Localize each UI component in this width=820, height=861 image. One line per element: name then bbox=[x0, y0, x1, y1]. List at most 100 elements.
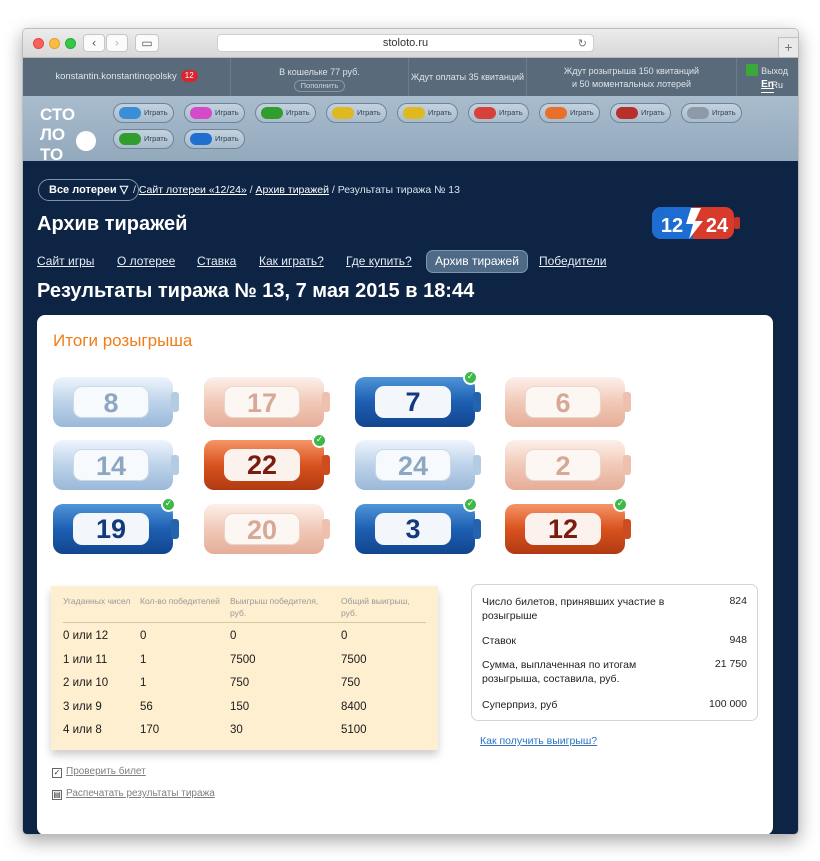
checkbox-icon: ✓ bbox=[52, 768, 62, 778]
ball-number: 24 bbox=[375, 449, 451, 481]
topup-button[interactable]: Пополнить bbox=[293, 80, 346, 92]
ball-cap bbox=[322, 519, 330, 539]
reload-icon[interactable]: ↻ bbox=[578, 36, 587, 53]
close-window-button[interactable] bbox=[33, 38, 44, 49]
breadcrumb: / Сайт лотереи «12/24» / Архив тиражей /… bbox=[133, 184, 460, 196]
table-cell: 8400 bbox=[341, 700, 367, 713]
tickets-label: Число билетов, принявших участие в розыг… bbox=[482, 596, 665, 622]
forward-icon[interactable]: › bbox=[106, 34, 128, 52]
play-keno-button[interactable]: Играть bbox=[255, 103, 316, 123]
table-cell: 150 bbox=[230, 700, 250, 713]
play-lottery-5-button[interactable]: Играть bbox=[397, 103, 458, 123]
table-header: Кол-во победителей bbox=[140, 596, 220, 606]
game-logo-left: 12 bbox=[661, 215, 683, 237]
ball-cap bbox=[473, 392, 481, 412]
content-area: Все лотереи ▽ / Сайт лотереи «12/24» / А… bbox=[23, 161, 798, 834]
play-lottery-10-button[interactable]: Играть bbox=[113, 129, 174, 149]
ball-cap bbox=[322, 455, 330, 475]
all-lotteries-button[interactable]: Все лотереи ▽ bbox=[38, 179, 140, 201]
await-draw-cell[interactable]: Ждут розыгрыша 150 квитанций и 50 момент… bbox=[527, 58, 737, 96]
wallet-balance: В кошельке 77 руб. bbox=[279, 67, 360, 77]
drawn-number-ball: 24 bbox=[355, 440, 481, 490]
sidebar-icon[interactable]: ▭ bbox=[135, 34, 159, 52]
play-12-24-button[interactable]: Играть bbox=[184, 129, 245, 149]
play-lottery-4-button[interactable]: Играть bbox=[326, 103, 387, 123]
ball-number: 7 bbox=[375, 386, 451, 418]
exit-block: Выход Ru En bbox=[746, 64, 788, 93]
ball-number: 14 bbox=[73, 449, 149, 481]
logo-ball-icon bbox=[76, 131, 96, 151]
logo-line1: СТО bbox=[40, 105, 76, 124]
ball-number: 12 bbox=[525, 513, 601, 545]
exit-icon[interactable] bbox=[746, 64, 759, 76]
drawn-number-ball: 17 bbox=[204, 377, 330, 427]
account-bar: konstantin.konstantinopolsky 12 В кошельк… bbox=[23, 58, 798, 96]
tab-1[interactable]: О лотерее bbox=[117, 249, 175, 273]
ball-cap bbox=[171, 455, 179, 475]
check-icon: ✓ bbox=[463, 370, 478, 385]
new-tab-button[interactable]: + bbox=[778, 37, 798, 57]
play-lottery-9-button[interactable]: Играть bbox=[681, 103, 742, 123]
check-icon: ✓ bbox=[312, 433, 327, 448]
await-draw-line2[interactable]: и 50 моментальных лотерей bbox=[527, 78, 736, 91]
drawn-number-ball: 19 ✓ bbox=[53, 497, 179, 554]
check-icon: ✓ bbox=[161, 497, 176, 512]
lottery-9-logo-icon bbox=[687, 107, 709, 119]
lottery-2-logo-icon bbox=[190, 107, 212, 119]
superprize-label: Суперприз, руб bbox=[482, 699, 558, 711]
breadcrumb-separator: / bbox=[331, 184, 335, 196]
table-cell: 1 bbox=[140, 677, 147, 689]
tab-5[interactable]: Архив тиражей bbox=[426, 250, 528, 273]
check-icon: ✓ bbox=[613, 497, 628, 512]
play-lottery-8-button[interactable]: Играть bbox=[610, 103, 671, 123]
tab-6[interactable]: Победители bbox=[539, 249, 607, 273]
play-label: Играть bbox=[357, 108, 381, 117]
address-bar[interactable]: stoloto.ru ↻ bbox=[217, 34, 594, 52]
result-title: Результаты тиража № 13, 7 мая 2015 в 18:… bbox=[37, 280, 475, 302]
exit-link[interactable]: Выход bbox=[761, 66, 788, 76]
check-ticket-link[interactable]: ✓ Проверить билет bbox=[52, 766, 146, 778]
play-lottery-6-button[interactable]: Играть bbox=[468, 103, 529, 123]
tab-4[interactable]: Где купить? bbox=[346, 249, 412, 273]
breadcrumb-archive[interactable]: Архив тиражей bbox=[256, 184, 329, 196]
all-lotteries-label: Все лотереи bbox=[49, 184, 117, 196]
back-icon[interactable]: ‹ bbox=[83, 34, 105, 52]
username[interactable]: konstantin.konstantinopolsky bbox=[55, 71, 176, 82]
stoloto-logo[interactable]: СТО ЛО ТО bbox=[40, 105, 96, 164]
await-draw-line1[interactable]: Ждут розыгрыша 150 квитанций bbox=[527, 65, 736, 78]
results-heading: Итоги розыгрыша bbox=[53, 331, 193, 350]
table-cell: 750 bbox=[341, 677, 361, 689]
paid-label: Сумма, выплаченная по итогам розыгрыша, … bbox=[482, 659, 637, 685]
breadcrumb-game-site[interactable]: Сайт лотереи «12/24» bbox=[139, 184, 247, 196]
play-lottery-7-button[interactable]: Играть bbox=[539, 103, 600, 123]
game-logo-right: 24 bbox=[706, 215, 729, 237]
ball-number: 2 bbox=[525, 449, 601, 481]
play-lottery-1-button[interactable]: Играть bbox=[113, 103, 174, 123]
print-results-link[interactable]: ▤ Распечатать результаты тиража bbox=[52, 788, 215, 800]
play-label: Играть bbox=[499, 108, 523, 117]
play-label: Играть bbox=[215, 108, 239, 117]
tab-3[interactable]: Как играть? bbox=[259, 249, 324, 273]
ball-number: 22 bbox=[224, 449, 300, 481]
zoom-window-button[interactable] bbox=[65, 38, 76, 49]
minimize-window-button[interactable] bbox=[49, 38, 60, 49]
print-results-label: Распечатать результаты тиража bbox=[66, 788, 215, 799]
notification-badge[interactable]: 12 bbox=[180, 70, 198, 83]
ball-number: 3 bbox=[375, 513, 451, 545]
await-payment-link[interactable]: Ждут оплаты 35 квитанций bbox=[409, 58, 527, 96]
play-lottery-2-button[interactable]: Играть bbox=[184, 103, 245, 123]
table-cell: 0 bbox=[230, 630, 237, 642]
tab-0[interactable]: Сайт игры bbox=[37, 249, 94, 273]
play-label: Играть bbox=[286, 108, 310, 117]
ball-cap bbox=[623, 519, 631, 539]
table-cell: 0 bbox=[140, 630, 147, 642]
lang-en[interactable]: En bbox=[761, 78, 774, 93]
lottery-4-logo-icon bbox=[332, 107, 354, 119]
tab-2[interactable]: Ставка bbox=[197, 249, 236, 273]
drawn-number-ball: 14 bbox=[53, 440, 179, 490]
how-to-get-prize-link[interactable]: Как получить выигрыш? bbox=[480, 735, 597, 747]
table-cell: 7500 bbox=[341, 653, 367, 666]
drawn-number-ball: 6 bbox=[505, 377, 631, 427]
user-cell[interactable]: konstantin.konstantinopolsky 12 bbox=[23, 58, 231, 96]
chevron-down-icon: ▽ bbox=[119, 184, 129, 196]
